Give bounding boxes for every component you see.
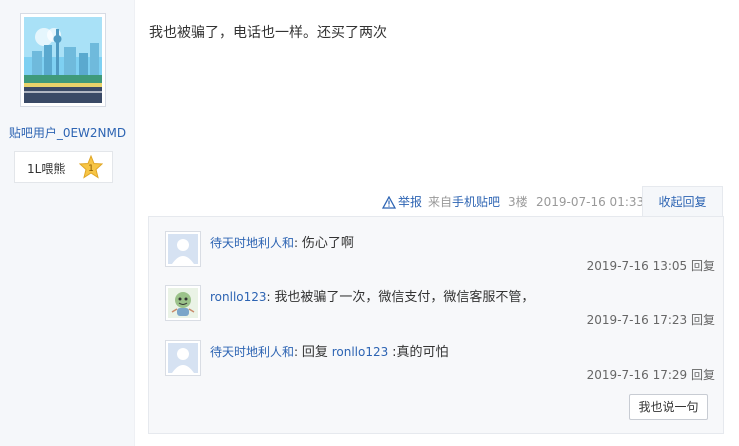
reply-time: 2019-7-16 13:05 [586,259,688,273]
cartoon-avatar-icon [168,288,198,318]
reply-body: 待天时地利人和: 伤心了啊 [210,232,354,251]
level-star-icon: 1 [78,154,104,179]
reply-body: ronllo123: 我也被骗了一次，微信支付，微信客服不管， [210,286,534,305]
level-badge[interactable]: 1L喂熊 1 [14,151,113,183]
post-source: 来自手机贴吧 [428,194,500,210]
reply-time: 2019-7-16 17:29 [586,368,688,382]
reply-meta: 2019-7-16 17:23 回复 [587,311,715,328]
reply-colon: : [294,345,302,359]
level-number: 1 [88,164,94,174]
source-link[interactable]: 手机贴吧 [452,195,500,209]
author-username[interactable]: 贴吧用户_0EW2NMD [0,124,135,141]
default-avatar-icon [168,234,198,264]
reply-avatar[interactable] [165,285,201,321]
default-avatar-icon [168,343,198,373]
post-timestamp: 2019-07-16 01:33 [536,195,645,209]
post-floor: 贴吧用户_0EW2NMD 1L喂熊 1 我也被骗了，电话也一样。还买了两次 举报… [0,0,739,446]
reply-item: 待天时地利人和: 伤心了啊 2019-7-16 13:05 回复 [165,231,715,281]
floor-number: 3楼 [508,195,528,209]
author-column: 贴吧用户_0EW2NMD 1L喂熊 1 [0,0,135,446]
author-avatar[interactable] [20,13,106,107]
report-label: 举报 [398,195,423,209]
reply-prefix: 回复 [301,345,328,360]
collapse-replies-button[interactable]: 收起回复 [642,186,723,217]
reply-text: 伤心了啊 [301,236,354,251]
reply-text: 我也被骗了一次，微信支付，微信客服不管， [274,290,535,305]
source-prefix: 来自 [428,195,453,209]
reply-to-username[interactable]: ronllo123 [332,345,389,359]
reply-item: ronllo123: 我也被骗了一次，微信支付，微信客服不管， 2019-7-1… [165,285,715,335]
post-content: 我也被骗了，电话也一样。还买了两次 [149,25,387,41]
reply-username[interactable]: ronllo123 [210,290,267,304]
warning-icon [382,195,396,209]
reply-meta: 2019-7-16 17:29 回复 [587,366,715,383]
level-label: 1L喂熊 [27,162,66,176]
reply-text: :真的可怕 [392,345,449,360]
reply-username[interactable]: 待天时地利人和 [210,345,294,359]
add-comment-button[interactable]: 我也说一句 [629,394,708,420]
reply-time: 2019-7-16 17:23 [586,313,688,327]
reply-meta: 2019-7-16 13:05 回复 [587,257,715,274]
reply-link[interactable]: 回复 [691,313,715,327]
reply-panel: 待天时地利人和: 伤心了啊 2019-7-16 13:05 回复 ronllo1… [148,216,724,434]
reply-body: 待天时地利人和: 回复 ronllo123 :真的可怕 [210,341,448,360]
reply-link[interactable]: 回复 [691,259,715,273]
reply-link[interactable]: 回复 [691,368,715,382]
reply-colon: : [294,236,302,250]
report-link[interactable]: 举报 [382,194,422,210]
reply-username[interactable]: 待天时地利人和 [210,236,294,250]
reply-item: 待天时地利人和: 回复 ronllo123 :真的可怕 2019-7-16 17… [165,340,715,390]
reply-avatar[interactable] [165,231,201,267]
reply-avatar[interactable] [165,340,201,376]
city-skyline-avatar-icon [24,17,102,103]
